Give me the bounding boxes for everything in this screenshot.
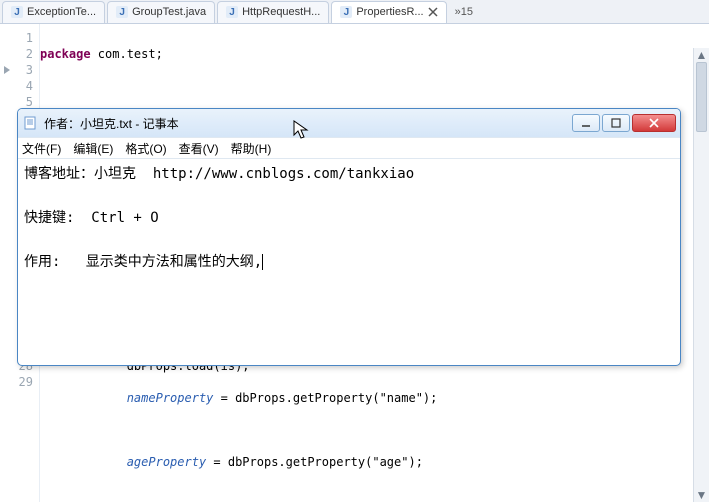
text-line xyxy=(24,229,674,251)
menu-file[interactable]: 文件(F) xyxy=(22,140,61,157)
tab-label: HttpRequestH... xyxy=(242,6,320,18)
notepad-menubar: 文件(F) 编辑(E) 格式(O) 查看(V) 帮助(H) xyxy=(18,137,680,159)
code-line: ageProperty = dbProps.getProperty("age")… xyxy=(40,454,437,470)
editor-tabbar: J ExceptionTe... J GroupTest.java J Http… xyxy=(0,0,709,24)
line-number: 4 xyxy=(0,78,39,94)
window-controls xyxy=(572,114,676,132)
code-line xyxy=(40,78,242,94)
vertical-scrollbar[interactable]: ▲ ▼ xyxy=(693,48,709,502)
notepad-icon xyxy=(22,115,38,131)
tab-grouptest[interactable]: J GroupTest.java xyxy=(107,1,215,23)
tab-label: PropertiesR... xyxy=(356,6,423,18)
tab-label: ExceptionTe... xyxy=(27,6,96,18)
text-line xyxy=(24,185,674,207)
scroll-up-icon[interactable]: ▲ xyxy=(694,48,709,62)
scroll-down-icon[interactable]: ▼ xyxy=(694,488,709,502)
line-number: 1 xyxy=(0,30,39,46)
code-line xyxy=(40,422,437,438)
code-line: nameProperty = dbProps.getProperty("name… xyxy=(40,390,437,406)
text-line: 作用: 显示类中方法和属性的大纲, xyxy=(24,251,674,273)
minimize-button[interactable] xyxy=(572,114,600,132)
notepad-titlebar[interactable]: 作者：小坦克.txt - 记事本 xyxy=(18,109,680,137)
close-icon[interactable] xyxy=(428,7,438,17)
menu-view[interactable]: 查看(V) xyxy=(179,140,219,157)
tab-httprequest[interactable]: J HttpRequestH... xyxy=(217,1,329,23)
tab-label: GroupTest.java xyxy=(132,6,206,18)
java-file-icon: J xyxy=(116,6,128,18)
text-cursor xyxy=(262,254,263,270)
close-button[interactable] xyxy=(632,114,676,132)
line-number: 29 xyxy=(0,374,39,390)
tab-properties[interactable]: J PropertiesR... xyxy=(331,1,446,23)
tab-exception[interactable]: J ExceptionTe... xyxy=(2,1,105,23)
java-file-icon: J xyxy=(11,6,23,18)
more-tabs-button[interactable]: »15 xyxy=(449,6,479,18)
text-line: 快捷键: Ctrl + O xyxy=(24,207,674,229)
notepad-textarea[interactable]: 博客地址：小坦克 http://www.cnblogs.com/tankxiao… xyxy=(18,159,680,365)
java-file-icon: J xyxy=(226,6,238,18)
menu-edit[interactable]: 编辑(E) xyxy=(73,140,113,157)
line-number: 2 xyxy=(0,46,39,62)
text-line: 博客地址：小坦克 http://www.cnblogs.com/tankxiao xyxy=(24,163,674,185)
notepad-window[interactable]: 作者：小坦克.txt - 记事本 文件(F) 编辑(E) 格式(O) 查看(V)… xyxy=(17,108,681,366)
maximize-button[interactable] xyxy=(602,114,630,132)
menu-help[interactable]: 帮助(H) xyxy=(231,140,272,157)
java-file-icon: J xyxy=(340,6,352,18)
line-number: 3 xyxy=(0,62,39,78)
menu-format[interactable]: 格式(O) xyxy=(125,140,166,157)
code-line: package com.test; xyxy=(40,46,242,62)
notepad-title: 作者：小坦克.txt - 记事本 xyxy=(44,115,572,132)
scrollbar-thumb[interactable] xyxy=(696,62,707,132)
